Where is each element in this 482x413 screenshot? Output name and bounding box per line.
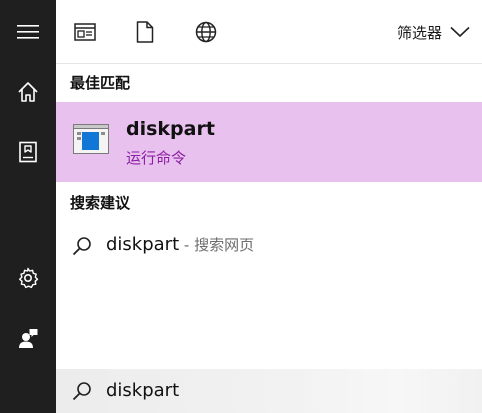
notebook-button[interactable] — [0, 128, 56, 176]
search-icon — [72, 382, 91, 401]
web-suggestion-item[interactable]: diskpart - 搜索网页 — [56, 226, 482, 266]
globe-icon — [195, 21, 217, 43]
best-match-heading: 最佳匹配 — [70, 74, 131, 92]
hamburger-menu-icon — [17, 25, 39, 39]
filter-toolbar: 筛选器 — [56, 0, 482, 64]
documents-filter-button[interactable] — [125, 12, 165, 52]
chevron-down-icon — [450, 26, 470, 38]
settings-button[interactable] — [0, 254, 56, 302]
best-match-result[interactable]: diskpart 运行命令 — [56, 102, 482, 182]
menu-button[interactable] — [0, 8, 56, 56]
suggestion-query: diskpart — [106, 234, 180, 255]
notebook-icon — [19, 141, 37, 163]
home-icon — [18, 82, 38, 102]
search-panel: 筛选器 最佳匹配 diskpart 运行命令 搜索建议 diskpart - 搜… — [56, 0, 482, 413]
sidebar — [0, 0, 56, 413]
filter-dropdown[interactable]: 筛选器 — [397, 14, 470, 50]
app-name: diskpart — [126, 118, 215, 140]
app-type: 运行命令 — [126, 149, 187, 167]
search-box[interactable]: diskpart — [56, 369, 482, 413]
home-button[interactable] — [0, 68, 56, 116]
search-icon — [72, 237, 91, 256]
document-icon — [136, 21, 154, 43]
filter-label: 筛选器 — [396, 23, 442, 42]
suggestion-subtext: - 搜索网页 — [179, 236, 255, 254]
suggestions-heading: 搜索建议 — [70, 194, 131, 212]
feedback-icon — [19, 329, 38, 348]
run-command-icon — [73, 124, 109, 154]
settings-icon — [19, 267, 39, 289]
apps-filter-button[interactable] — [65, 12, 105, 52]
search-input[interactable]: diskpart — [106, 380, 179, 401]
web-filter-button[interactable] — [186, 12, 226, 52]
app-window-icon — [74, 23, 96, 41]
suggestion-text: diskpart - 搜索网页 — [106, 234, 254, 255]
feedback-button[interactable] — [0, 314, 56, 362]
